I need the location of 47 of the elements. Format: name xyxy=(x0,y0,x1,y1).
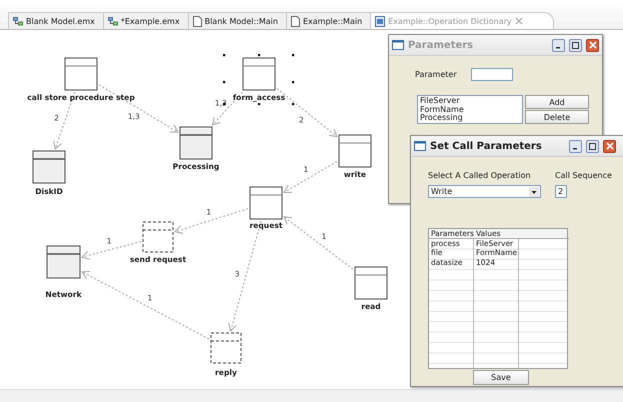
dialog-button[interactable]: Add xyxy=(525,95,589,109)
save-button[interactable]: Save xyxy=(473,370,529,385)
window-title: Parameters xyxy=(408,40,474,50)
window-title: Set Call Parameters xyxy=(430,140,543,152)
maximize-button[interactable] xyxy=(586,140,599,152)
class-node[interactable] xyxy=(64,58,98,90)
editor-tab[interactable]: Example::Main xyxy=(286,12,372,29)
page-icon xyxy=(192,16,202,26)
list-item[interactable]: FileServer xyxy=(420,97,520,106)
list-item[interactable]: Processing xyxy=(420,114,520,122)
parameter-label: Parameter xyxy=(415,70,457,79)
close-icon xyxy=(588,41,596,49)
class-node[interactable] xyxy=(32,150,66,184)
window-icon xyxy=(392,40,404,50)
maximize-button[interactable] xyxy=(569,38,582,52)
model-icon xyxy=(13,16,23,26)
sequence-field[interactable]: 2 xyxy=(555,185,567,198)
class-node[interactable] xyxy=(338,134,372,168)
dialog-button[interactable]: Delete xyxy=(525,110,589,124)
list-item[interactable]: FormName xyxy=(420,106,520,114)
close-button[interactable] xyxy=(603,140,616,152)
model-icon xyxy=(108,16,118,26)
class-node[interactable] xyxy=(250,186,282,220)
class-node[interactable] xyxy=(46,246,80,278)
editor-tab[interactable]: Blank Model.emx xyxy=(8,12,104,29)
close-button[interactable] xyxy=(586,38,599,52)
maximize-icon xyxy=(572,42,579,48)
page-icon xyxy=(290,16,300,26)
class-node[interactable] xyxy=(242,58,276,90)
maximize-icon xyxy=(589,142,596,150)
class-node[interactable] xyxy=(142,222,174,252)
minimize-button[interactable] xyxy=(552,38,565,52)
parameter-list[interactable]: FileServer FormName Processing xyxy=(417,95,523,124)
parameter-field[interactable] xyxy=(470,68,513,81)
editor-tab[interactable]: Blank Model::Main xyxy=(188,12,287,29)
class-node[interactable] xyxy=(210,332,242,364)
operation-label: Select A Called Operation xyxy=(428,171,532,180)
sequence-label: Call Sequence xyxy=(555,171,612,180)
class-node[interactable] xyxy=(354,266,388,300)
horizontal-scrollbar[interactable] xyxy=(0,389,623,402)
class-node[interactable] xyxy=(180,126,212,160)
close-icon xyxy=(606,142,614,150)
document-icon xyxy=(375,16,386,26)
window-icon xyxy=(414,141,426,151)
editor-tab[interactable]: *Example.emx xyxy=(102,12,189,29)
minimize-button[interactable] xyxy=(569,140,582,152)
operation-dropdown[interactable]: Write xyxy=(428,185,541,198)
